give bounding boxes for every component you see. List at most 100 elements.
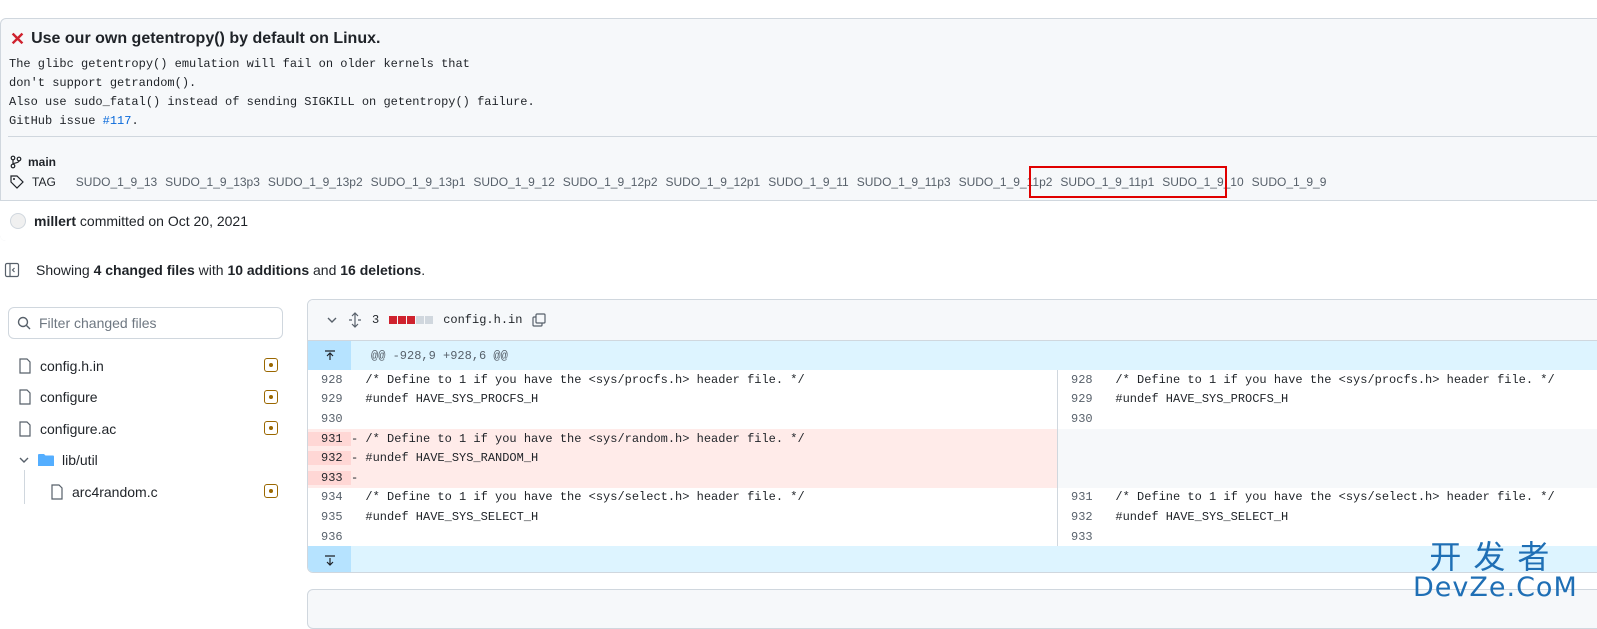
file-modified-icon <box>264 389 278 404</box>
tag-item[interactable]: SUDO_1_9_12 <box>473 175 554 189</box>
sidebar-toggle-icon[interactable] <box>4 262 20 278</box>
diff-line-right: 930 <box>1057 409 1597 429</box>
author-name[interactable]: millert <box>34 213 76 229</box>
branch-icon <box>10 155 22 169</box>
line-code: #undef HAVE_SYS_PROCFS_H <box>1101 392 1289 407</box>
collapse-chevron-icon[interactable] <box>326 314 338 326</box>
tree-file-configure-ac[interactable]: configure.ac <box>8 413 288 445</box>
tag-item[interactable]: SUDO_1_9_11 <box>768 175 849 189</box>
commit-divider <box>8 136 1597 137</box>
tree-folder-lib-util[interactable]: lib/util <box>8 445 288 477</box>
branch-row: main <box>10 155 56 169</box>
diff-line-left: 935 #undef HAVE_SYS_SELECT_H <box>308 507 1057 527</box>
filter-files-input[interactable] <box>39 315 259 331</box>
summary-text: Showing 4 changed files with 10 addition… <box>36 262 426 278</box>
tree-file-config-h-in[interactable]: config.h.in <box>8 350 288 382</box>
expand-down-icon[interactable] <box>308 546 351 572</box>
file-modified-icon <box>264 484 278 498</box>
tag-label: TAG <box>32 175 56 189</box>
line-number[interactable]: 928 <box>308 373 351 387</box>
status-fail-icon[interactable]: ✕ <box>10 30 25 48</box>
line-code: #undef HAVE_SYS_SELECT_H <box>351 509 539 524</box>
chevron-down-icon[interactable] <box>18 454 30 466</box>
line-code: - #undef HAVE_SYS_RANDOM_H <box>351 451 539 466</box>
diff-line-empty <box>1057 428 1597 488</box>
commit-desc-line: The glibc getentropy() emulation will fa… <box>9 57 470 71</box>
line-number[interactable]: 936 <box>308 530 351 544</box>
line-code: - <box>351 470 359 485</box>
file-modified-icon <box>264 358 278 372</box>
line-number[interactable]: 935 <box>308 510 351 524</box>
line-number[interactable]: 928 <box>1058 373 1101 387</box>
diff-line-deleted: 931- /* Define to 1 if you have the <sys… <box>308 428 1057 449</box>
diff-line-left: 934 /* Define to 1 if you have the <sys/… <box>308 488 1057 508</box>
search-icon <box>17 316 31 330</box>
diff-panel: 3 config.h.in @@ -928,9 +928,6 @@ 928 /*… <box>307 299 1597 573</box>
expand-up-icon[interactable] <box>308 341 351 370</box>
hunk-header-text: @@ -928,9 +928,6 @@ <box>371 348 508 363</box>
watermark-en: DevZe.CoM <box>1413 572 1578 603</box>
issue-prefix: GitHub issue <box>9 114 103 128</box>
line-code: #undef HAVE_SYS_PROCFS_H <box>351 392 539 407</box>
diff-filename[interactable]: config.h.in <box>443 313 522 327</box>
tree-file-arc4random-c[interactable]: arc4random.c <box>8 476 288 508</box>
tree-item-label: config.h.in <box>40 357 104 374</box>
file-modified-icon <box>264 421 278 435</box>
line-number[interactable]: 932 <box>308 451 351 466</box>
tree-file-configure[interactable]: configure <box>8 382 288 414</box>
line-number[interactable]: 934 <box>308 490 351 504</box>
highlight-annotation-box <box>1029 166 1227 198</box>
line-number[interactable]: 929 <box>1058 392 1101 406</box>
watermark: 开发者 DevZe.CoM <box>1413 540 1578 602</box>
diffstat-deletion-block <box>407 316 416 324</box>
line-number[interactable]: 933 <box>308 470 351 485</box>
tree-item-label: configure <box>40 389 98 406</box>
tag-item[interactable]: SUDO_1_9_12p2 <box>563 175 658 189</box>
file-icon <box>19 421 31 437</box>
diffstat-bar <box>389 316 434 324</box>
diff-line-deleted: 933- <box>308 468 1057 488</box>
line-number[interactable]: 930 <box>308 412 351 426</box>
line-number[interactable]: 931 <box>308 431 351 446</box>
folder-icon <box>38 454 54 467</box>
file-tree: config.h.in configure configure.ac lib/u… <box>8 350 288 508</box>
diff-line-left: 929 #undef HAVE_SYS_PROCFS_H <box>308 390 1057 410</box>
tag-icon <box>10 175 24 189</box>
copy-icon[interactable] <box>532 313 547 327</box>
line-code: /* Define to 1 if you have the <sys/sele… <box>1101 490 1555 505</box>
diff-line-deleted: 932- #undef HAVE_SYS_RANDOM_H <box>308 448 1057 468</box>
line-number[interactable]: 929 <box>308 392 351 406</box>
issue-link[interactable]: #117 <box>103 114 132 128</box>
tag-item[interactable]: SUDO_1_9_11p3 <box>857 175 951 189</box>
expand-all-icon[interactable] <box>348 312 362 328</box>
commit-title-row: ✕ Use our own getentropy() by default on… <box>10 30 380 48</box>
tag-item[interactable]: SUDO_1_9_13p3 <box>165 175 260 189</box>
hunk-header-row: @@ -928,9 +928,6 @@ <box>308 341 1597 370</box>
branch-name[interactable]: main <box>28 155 56 169</box>
line-number[interactable]: 931 <box>1058 490 1101 504</box>
tag-item[interactable]: SUDO_1_9_13p1 <box>371 175 466 189</box>
diff-line-right: 929 #undef HAVE_SYS_PROCFS_H <box>1057 389 1597 410</box>
line-code: /* Define to 1 if you have the <sys/proc… <box>351 372 805 387</box>
tag-item[interactable]: SUDO_1_9_12p1 <box>666 175 761 189</box>
avatar[interactable] <box>10 213 26 229</box>
tag-item[interactable]: SUDO_1_9_13 <box>76 175 157 189</box>
filter-files-box <box>8 307 283 339</box>
diff-line-left: 936 <box>308 527 1057 547</box>
line-code: /* Define to 1 if you have the <sys/proc… <box>1101 372 1555 387</box>
watermark-cn: 开发者 <box>1429 538 1562 576</box>
commit-issue-line: GitHub issue #117. <box>9 112 535 131</box>
commit-desc-line: don't support getrandom(). <box>9 76 197 90</box>
commit-description: The glibc getentropy() emulation will fa… <box>9 55 535 131</box>
next-file-header <box>307 589 1597 629</box>
diff-line-left: 928 /* Define to 1 if you have the <sys/… <box>308 370 1057 390</box>
diffstat-deletion-block <box>389 316 398 324</box>
line-number[interactable]: 930 <box>1058 412 1101 426</box>
expand-bottom-row <box>308 546 1597 572</box>
issue-suffix: . <box>131 114 139 128</box>
tag-item[interactable]: SUDO_1_9_13p2 <box>268 175 363 189</box>
diffstat-neutral-block <box>425 316 434 324</box>
line-number[interactable]: 933 <box>1058 530 1101 544</box>
line-number[interactable]: 932 <box>1058 510 1101 524</box>
tag-item[interactable]: SUDO_1_9_9 <box>1252 175 1327 189</box>
